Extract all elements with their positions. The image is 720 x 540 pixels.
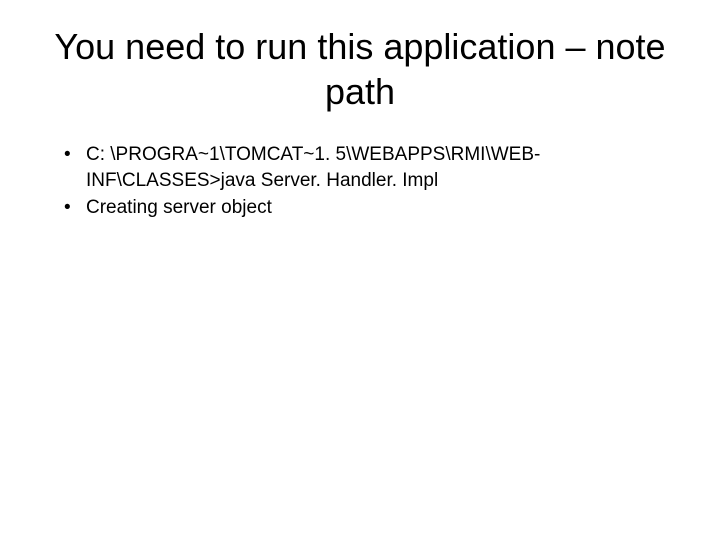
list-item: Creating server object (60, 195, 670, 221)
slide-content: C: \PROGRA~1\TOMCAT~1. 5\WEBAPPS\RMI\WEB… (50, 142, 670, 221)
list-item: C: \PROGRA~1\TOMCAT~1. 5\WEBAPPS\RMI\WEB… (60, 142, 670, 193)
slide-title: You need to run this application – note … (50, 24, 670, 114)
slide-container: You need to run this application – note … (0, 0, 720, 540)
bullet-list: C: \PROGRA~1\TOMCAT~1. 5\WEBAPPS\RMI\WEB… (60, 142, 670, 221)
